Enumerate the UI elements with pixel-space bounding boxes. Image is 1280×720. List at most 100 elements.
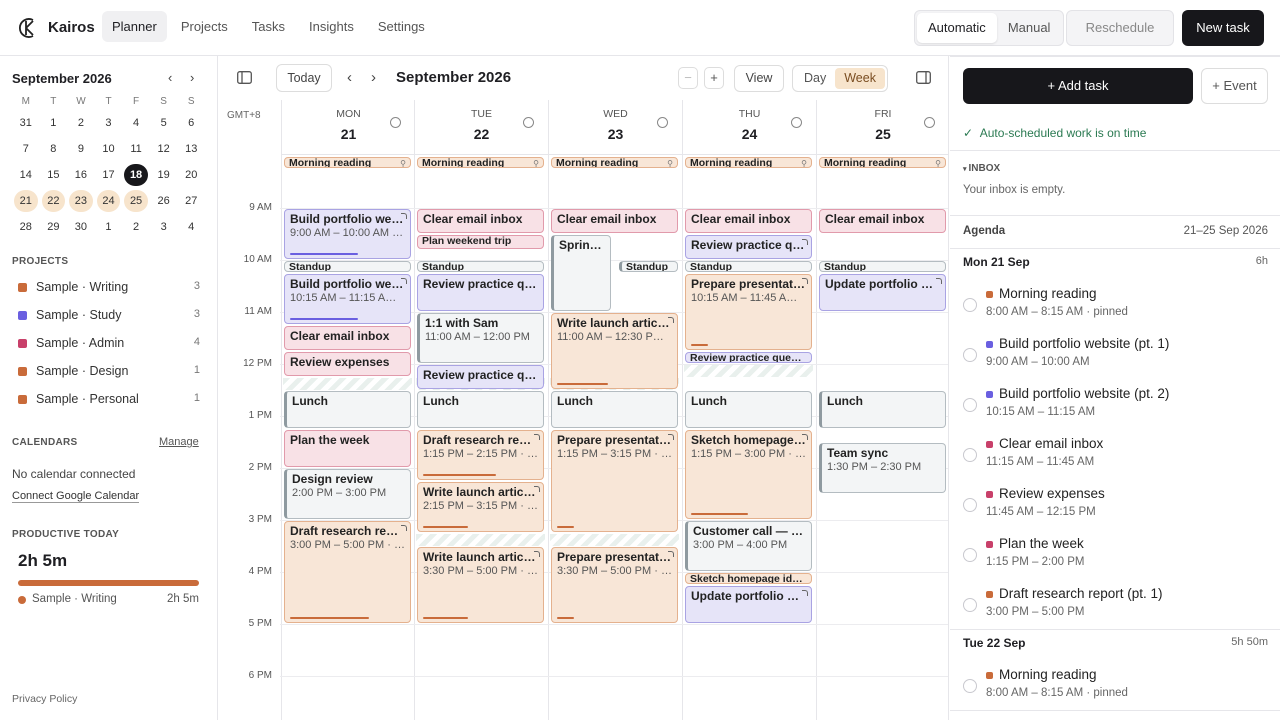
clock-icon[interactable]	[657, 117, 668, 128]
calendar-event[interactable]: Design review 2:00 PM – 3:00 PM	[284, 469, 411, 519]
clock-icon[interactable]	[924, 117, 935, 128]
calendar-event[interactable]: Plan the week	[284, 430, 411, 467]
calendar-event[interactable]: Clear email inbox	[551, 209, 678, 233]
calendar-event[interactable]: Sprint …	[551, 235, 611, 311]
complete-checkbox[interactable]	[963, 679, 977, 693]
calendar-event[interactable]: Plan weekend trip	[417, 235, 544, 249]
calendar-event[interactable]: Morning reading ⚲	[685, 157, 812, 168]
mini-calendar-day[interactable]: 29	[42, 216, 66, 238]
calendar-event[interactable]: Morning reading ⚲	[284, 157, 411, 168]
mini-calendar-day[interactable]: 5	[152, 112, 176, 134]
calendar-event[interactable]: 1:1 with Sam 11:00 AM – 12:00 PM	[417, 313, 544, 363]
calendar-event[interactable]: Standup	[685, 261, 812, 272]
calendar-event[interactable]: Sketch homepage … 1:15 PM – 3:00 PM · 1…	[685, 430, 812, 519]
agenda-item[interactable]: Morning reading 8:00 AM – 8:15 AM · pinne…	[963, 286, 1268, 326]
calendar-event[interactable]: Morning reading ⚲	[417, 157, 544, 168]
mini-calendar-day[interactable]: 27	[179, 190, 203, 212]
calendar-event[interactable]: Review expenses	[284, 352, 411, 376]
calendar-event[interactable]: Standup	[819, 261, 946, 272]
mini-calendar-day[interactable]: 20	[179, 164, 203, 186]
complete-checkbox[interactable]	[963, 548, 977, 562]
calendar-event[interactable]: Build portfolio we… 9:00 AM – 10:00 AM ·…	[284, 209, 411, 259]
calendar-event[interactable]: Lunch	[685, 391, 812, 428]
calendar-event[interactable]: Clear email inbox	[819, 209, 946, 233]
agenda-item[interactable]: Clear email inbox 11:15 AM – 11:45 AM	[963, 436, 1268, 476]
mini-calendar-day[interactable]: 2	[69, 112, 93, 134]
calendar-event[interactable]: Review practice questi…	[685, 352, 812, 363]
mini-calendar-day[interactable]: 1	[42, 112, 66, 134]
toggle-right-panel-icon[interactable]	[916, 71, 931, 84]
calendar-event[interactable]: Morning reading ⚲	[551, 157, 678, 168]
mini-calendar-day[interactable]: 3	[97, 112, 121, 134]
calendar-event[interactable]: Review practice qu…	[685, 235, 812, 259]
day-header[interactable]: MON 21	[281, 100, 415, 155]
mini-calendar-day[interactable]: 19	[152, 164, 176, 186]
calendar-event[interactable]: Team sync 1:30 PM – 2:30 PM	[819, 443, 946, 493]
mini-calendar-day[interactable]: 30	[69, 216, 93, 238]
mini-calendar-day[interactable]: 3	[152, 216, 176, 238]
mini-calendar-day[interactable]: 14	[14, 164, 38, 186]
agenda-item[interactable]: Review expenses 11:45 AM – 12:15 PM	[963, 486, 1268, 526]
nav-settings[interactable]: Settings	[368, 11, 435, 42]
calendar-event[interactable]: Clear email inbox	[284, 326, 411, 350]
resize-corner-icon[interactable]	[401, 525, 407, 531]
zoom-in-button[interactable]: +	[704, 67, 724, 89]
project-item[interactable]: Sample · Writing 3	[18, 280, 200, 296]
complete-checkbox[interactable]	[963, 298, 977, 312]
resize-corner-icon[interactable]	[668, 551, 674, 557]
complete-checkbox[interactable]	[963, 348, 977, 362]
resize-corner-icon[interactable]	[534, 486, 540, 492]
agenda-item[interactable]: Plan the week 1:15 PM – 2:00 PM	[963, 536, 1268, 576]
calendar-event[interactable]: Write launch articl… 2:15 PM – 3:15 PM · …	[417, 482, 544, 532]
resize-corner-icon[interactable]	[401, 213, 407, 219]
view-button[interactable]: View	[734, 65, 784, 92]
calendar-event[interactable]: Lunch	[284, 391, 411, 428]
resize-corner-icon[interactable]	[534, 551, 540, 557]
calendar-event[interactable]: Review practice qu…	[417, 274, 544, 311]
manage-calendars-link[interactable]: Manage	[159, 436, 199, 448]
mini-calendar-day[interactable]: 4	[124, 112, 148, 134]
project-item[interactable]: Sample · Study 3	[18, 308, 200, 324]
calendar-event[interactable]: Sketch homepage ide…	[685, 573, 812, 584]
calendar-event[interactable]: Lunch	[819, 391, 946, 428]
new-task-button[interactable]: New task	[1182, 10, 1264, 46]
calendar-event[interactable]: Prepare presentati… 3:30 PM – 5:00 PM · 5…	[551, 547, 678, 623]
nav-insights[interactable]: Insights	[299, 11, 364, 42]
clock-icon[interactable]	[791, 117, 802, 128]
mini-calendar-day[interactable]: 1	[97, 216, 121, 238]
toggle-sidebar-icon[interactable]	[237, 71, 252, 84]
mini-calendar-day[interactable]: 8	[42, 138, 66, 160]
mini-calendar-day[interactable]: 25	[124, 190, 148, 212]
mini-calendar-day[interactable]: 16	[69, 164, 93, 186]
inbox-heading[interactable]: ▾ INBOX	[963, 163, 1000, 174]
today-button[interactable]: Today	[276, 64, 332, 92]
mini-calendar-day[interactable]: 24	[96, 190, 121, 212]
prev-week-icon[interactable]: ‹	[347, 69, 352, 86]
mini-calendar-day[interactable]: 11	[124, 138, 148, 160]
agenda-item[interactable]: Build portfolio website (pt. 1) 9:00 AM –…	[963, 336, 1268, 376]
resize-corner-icon[interactable]	[401, 278, 407, 284]
mini-calendar-day[interactable]: 15	[42, 164, 66, 186]
calendar-event[interactable]: Update portfolio n…	[685, 586, 812, 623]
week-view-button[interactable]: Week	[835, 68, 885, 89]
mini-calendar-day[interactable]: 17	[97, 164, 121, 186]
calendar-event[interactable]: Morning reading ⚲	[819, 157, 946, 168]
calendar-event[interactable]: Review practice qu…	[417, 365, 544, 389]
resize-corner-icon[interactable]	[534, 434, 540, 440]
connect-google-calendar-link[interactable]: Connect Google Calendar	[12, 490, 140, 503]
mini-prev-month-icon[interactable]: ‹	[168, 70, 172, 85]
mini-calendar-day[interactable]: 18	[124, 164, 148, 186]
complete-checkbox[interactable]	[963, 398, 977, 412]
calendar-event[interactable]: Write launch articl… 3:30 PM – 5:00 PM · …	[417, 547, 544, 623]
project-item[interactable]: Sample · Personal 1	[18, 392, 200, 408]
resize-corner-icon[interactable]	[936, 278, 942, 284]
reschedule-button[interactable]: Reschedule	[1066, 10, 1174, 46]
mini-calendar-day[interactable]: 31	[14, 112, 38, 134]
mini-calendar-day[interactable]: 4	[179, 216, 203, 238]
resize-corner-icon[interactable]	[668, 434, 674, 440]
calendar-event[interactable]: Prepare presentati… 10:15 AM – 11:45 A…	[685, 274, 812, 350]
nav-planner[interactable]: Planner	[102, 11, 167, 42]
mini-calendar-day[interactable]: 7	[14, 138, 38, 160]
calendar-event[interactable]: Standup	[417, 261, 544, 272]
mini-calendar-day[interactable]: 21	[14, 190, 38, 212]
